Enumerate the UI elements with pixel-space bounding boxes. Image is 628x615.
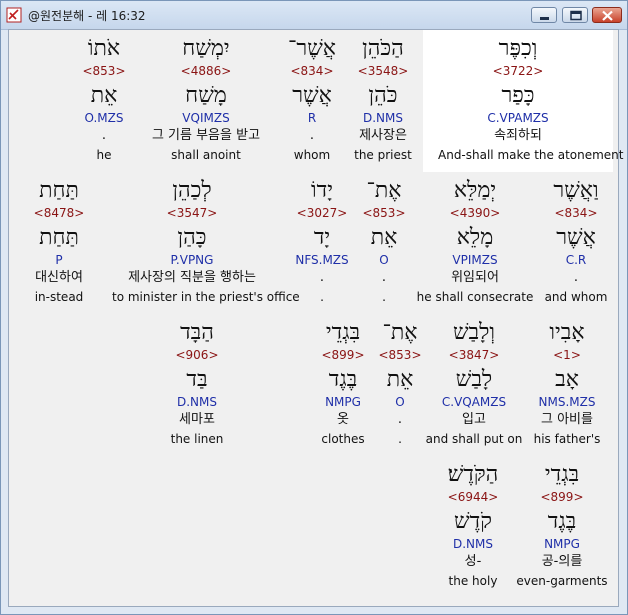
english-gloss: clothes	[321, 432, 365, 446]
hebrew-word: הַקֹּדֶשׁ׃	[447, 462, 499, 487]
korean-gloss: 옷	[337, 412, 349, 427]
morphology-code: D.NMS	[176, 395, 217, 409]
app-icon	[6, 7, 22, 23]
hebrew-root: קֹדֶשׁ	[454, 509, 492, 534]
strongs-number: <906>	[175, 348, 219, 362]
strongs-number: <853>	[82, 64, 126, 78]
english-gloss: the linen	[170, 432, 224, 446]
hebrew-word: הַבָּד	[180, 320, 214, 345]
close-icon	[602, 10, 613, 21]
hebrew-root: בֶּגֶד	[328, 367, 358, 392]
morphology-code: O.MZS	[84, 111, 124, 125]
close-button[interactable]	[592, 7, 622, 23]
hebrew-word: תַּחַת	[39, 178, 79, 203]
hebrew-root: אֵת	[90, 83, 118, 108]
hebrew-root: בַּד	[186, 367, 208, 392]
maximize-icon	[570, 10, 582, 21]
minimize-button[interactable]	[531, 7, 557, 23]
window-title: @원전분해 - 레 16:32	[28, 9, 146, 23]
interlinear-panel: וְכִפֶּר <3722> כָּפַר C.VPAMZS 속죄하되 And…	[8, 29, 624, 607]
strongs-number: <8478>	[33, 206, 85, 220]
minimize-icon	[540, 17, 549, 20]
strongs-number: <899>	[321, 348, 365, 362]
morphology-code: P	[55, 253, 63, 267]
title-bar[interactable]: @원전분해 - 레 16:32	[1, 1, 627, 30]
english-gloss: the holy	[448, 574, 498, 588]
korean-gloss: 성-	[464, 554, 482, 569]
korean-gloss: .	[101, 128, 107, 143]
hebrew-word: בִּגְדֵי	[325, 320, 361, 345]
morphology-code: NMPG	[325, 395, 361, 409]
korean-gloss: 대신하여	[35, 270, 83, 285]
hebrew-root: תַּחַת	[39, 225, 79, 250]
app-window: @원전분해 - 레 16:32 וְכִפֶּר <3722> כָּפַר C…	[0, 0, 628, 615]
maximize-button[interactable]	[562, 7, 588, 23]
strongs-number: <6944>	[447, 490, 499, 504]
english-gloss: he	[96, 148, 112, 162]
english-gloss: in-stead	[34, 290, 84, 304]
hebrew-word: אֹתוֹ	[87, 36, 121, 61]
korean-gloss: 세마포	[179, 412, 215, 427]
morphology-code: D.NMS	[452, 537, 493, 551]
